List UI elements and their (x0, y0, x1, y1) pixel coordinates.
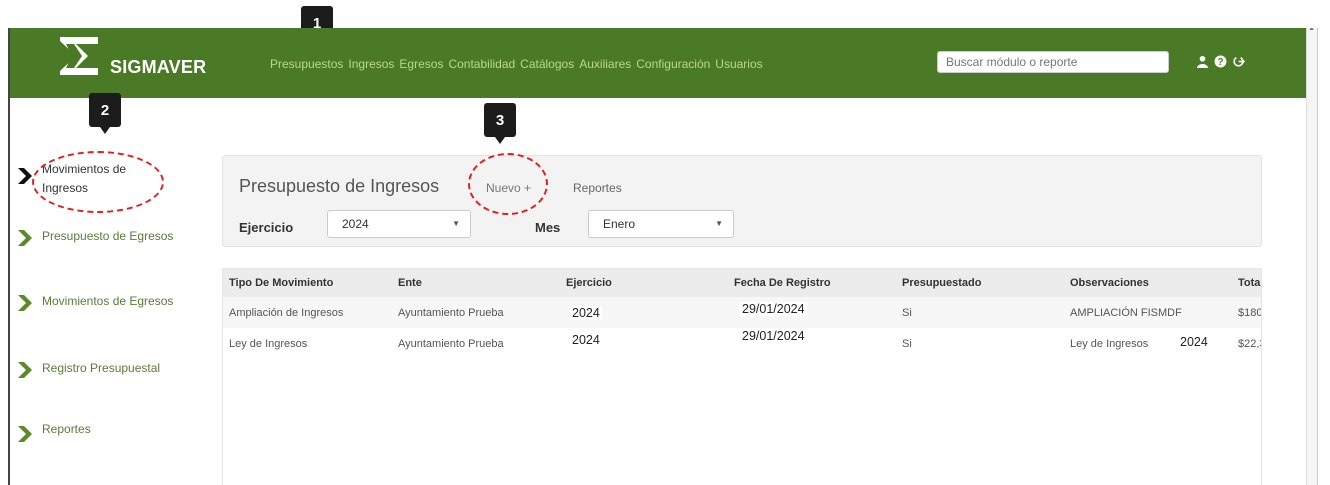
reportes-link[interactable]: Reportes (573, 181, 622, 195)
nav-ingresos[interactable]: Ingresos (348, 57, 394, 71)
table-row[interactable]: Ampliación de Ingresos Ayuntamiento Prue… (223, 297, 1261, 328)
sigmaver-logo-icon (60, 37, 98, 75)
cell-tipo: Ampliación de Ingresos (229, 307, 344, 319)
col-observaciones[interactable]: Observaciones (1070, 277, 1149, 289)
movements-table: Tipo De Movimiento Ente Ejercicio Fecha … (222, 268, 1262, 485)
filter-panel: Presupuesto de Ingresos Nuevo + Reportes… (222, 155, 1262, 247)
chevron-down-icon: ▼ (452, 219, 460, 228)
cell-ente: Ayuntamiento Prueba (398, 338, 504, 350)
col-total[interactable]: Total (1238, 277, 1261, 289)
cell-fecha: 29/01/2024 (740, 302, 807, 316)
sidebar-item-label: Presupuesto de Egresos (42, 229, 174, 243)
sidebar-item-reportes[interactable]: Reportes (18, 422, 91, 442)
main-nav: Presupuestos Ingresos Egresos Contabilid… (270, 57, 763, 71)
ejercicio-label: Ejercicio (239, 220, 294, 235)
scrollbar[interactable]: ▲ (1306, 28, 1317, 485)
highlight-oval-sidebar (32, 151, 164, 213)
cell-total: $180, (1238, 307, 1262, 319)
chevron-right-icon (18, 362, 32, 378)
sidebar-item-label: Registro Presupuestal (42, 361, 161, 375)
col-presupuestado[interactable]: Presupuestado (902, 277, 981, 289)
callout-marker-3: 3 (484, 103, 516, 144)
nav-catalogos[interactable]: Catálogos (520, 57, 574, 71)
scroll-up-icon[interactable]: ▲ (1308, 28, 1315, 32)
user-icon[interactable] (1196, 55, 1209, 68)
mes-value: Enero (603, 217, 636, 231)
app-window: SIGMAVER Presupuestos Ingresos Egresos C… (8, 28, 1318, 485)
cell-observaciones-year: 2024 (1178, 335, 1210, 349)
table-header: Tipo De Movimiento Ente Ejercicio Fecha … (223, 269, 1261, 297)
nav-presupuestos[interactable]: Presupuestos (270, 57, 343, 71)
search-input[interactable] (937, 51, 1169, 73)
cell-ejercicio: 2024 (570, 333, 602, 347)
mes-label: Mes (535, 220, 561, 235)
chevron-right-icon (18, 295, 32, 311)
ejercicio-value: 2024 (342, 217, 369, 231)
callout-marker-2: 2 (89, 93, 121, 134)
cell-total: $22,3 (1238, 338, 1261, 350)
cell-fecha: 29/01/2024 (740, 329, 807, 343)
top-navbar: SIGMAVER Presupuestos Ingresos Egresos C… (10, 28, 1317, 98)
chevron-down-icon: ▼ (715, 219, 723, 228)
svg-text:?: ? (1218, 57, 1224, 68)
table-row[interactable]: Ley de Ingresos Ayuntamiento Prueba 2024… (223, 328, 1261, 359)
nav-egresos[interactable]: Egresos (399, 57, 443, 71)
cell-ente: Ayuntamiento Prueba (398, 307, 504, 319)
chevron-right-icon (18, 168, 32, 184)
highlight-oval-nuevo (468, 153, 548, 215)
cell-observaciones: Ley de Ingresos (1070, 338, 1149, 350)
col-fecha[interactable]: Fecha De Registro (734, 277, 831, 289)
cell-observaciones: AMPLIACIÓN FISMDF (1070, 307, 1182, 319)
ejercicio-select[interactable]: 2024 ▼ (327, 210, 471, 238)
header-icons: ? (1196, 55, 1245, 68)
chevron-right-icon (18, 230, 32, 246)
sidebar-item-registro-presupuestal[interactable]: Registro Presupuestal (18, 358, 160, 378)
sidebar-item-label: Movimientos de Egresos (42, 294, 174, 308)
logout-icon[interactable] (1232, 55, 1245, 68)
sidebar-item-label: Reportes (42, 422, 91, 436)
cell-presupuestado: Si (902, 338, 912, 350)
cell-tipo: Ley de Ingresos (229, 338, 308, 350)
cell-ejercicio: 2024 (570, 306, 602, 320)
page-title: Presupuesto de Ingresos (239, 176, 440, 196)
nav-auxiliares[interactable]: Auxiliares (579, 57, 631, 71)
nav-contabilidad[interactable]: Contabilidad (448, 57, 515, 71)
brand-name[interactable]: SIGMAVER (110, 57, 206, 78)
chevron-right-icon (18, 426, 32, 442)
nav-configuracion[interactable]: Configuración (636, 57, 710, 71)
nav-usuarios[interactable]: Usuarios (715, 57, 762, 71)
col-ente[interactable]: Ente (398, 277, 422, 289)
sidebar-item-movimientos-egresos[interactable]: Movimientos de Egresos (18, 291, 173, 311)
col-tipo[interactable]: Tipo De Movimiento (229, 277, 333, 289)
sidebar-item-presupuesto-egresos[interactable]: Presupuesto de Egresos (18, 226, 173, 246)
mes-select[interactable]: Enero ▼ (588, 210, 734, 238)
cell-presupuestado: Si (902, 307, 912, 319)
col-ejercicio[interactable]: Ejercicio (566, 277, 612, 289)
help-icon[interactable]: ? (1214, 55, 1227, 68)
